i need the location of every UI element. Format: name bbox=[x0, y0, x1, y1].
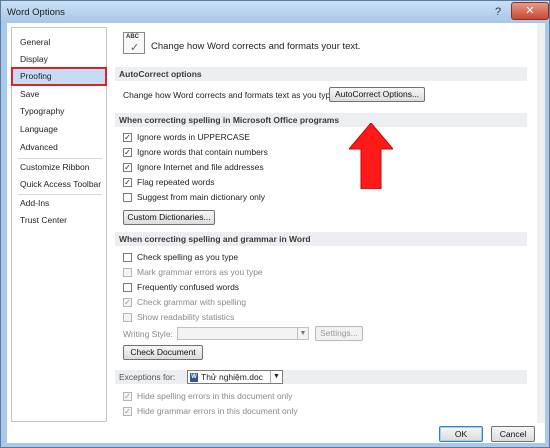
writing-style-select[interactable]: ▼ bbox=[177, 327, 309, 340]
window-title: Word Options bbox=[7, 7, 65, 18]
autocorrect-options-button[interactable]: AutoCorrect Options... bbox=[329, 87, 425, 102]
ignore-uppercase-checkbox[interactable]: ✓ bbox=[123, 133, 132, 142]
grammar-with-spelling-label: Check grammar with spelling bbox=[137, 297, 247, 307]
hide-grammar-errors-label: Hide grammar errors in this document onl… bbox=[137, 406, 298, 416]
ignore-internet-checkbox[interactable]: ✓ bbox=[123, 163, 132, 172]
nav-item-display[interactable]: Display bbox=[12, 51, 106, 68]
options-nav: General Display Proofing Save Typography… bbox=[11, 27, 107, 422]
custom-dictionaries-button[interactable]: Custom Dictionaries... bbox=[123, 210, 215, 225]
nav-item-add-ins[interactable]: Add-Ins bbox=[12, 195, 106, 212]
proofing-panel: ABC ✓ Change how Word corrects and forma… bbox=[115, 27, 535, 422]
cancel-button[interactable]: Cancel bbox=[491, 426, 535, 442]
section-office-spelling-header: When correcting spelling in Microsoft Of… bbox=[115, 113, 527, 127]
flag-repeated-label: Flag repeated words bbox=[137, 177, 215, 187]
section-autocorrect-header: AutoCorrect options bbox=[115, 67, 527, 81]
red-pointer-arrow-icon bbox=[349, 123, 393, 189]
red-arrow-shape bbox=[349, 123, 393, 189]
readability-checkbox[interactable] bbox=[123, 313, 132, 322]
nav-item-advanced[interactable]: Advanced bbox=[12, 139, 106, 156]
exceptions-document-select[interactable]: W Thử nghiệm.doc ▼ bbox=[187, 370, 283, 384]
ignore-numbers-label: Ignore words that contain numbers bbox=[137, 147, 268, 157]
check-spelling-label: Check spelling as you type bbox=[137, 252, 239, 262]
nav-item-language[interactable]: Language bbox=[12, 121, 106, 138]
writing-style-label: Writing Style: bbox=[123, 329, 173, 339]
ignore-internet-label: Ignore Internet and file addresses bbox=[137, 162, 264, 172]
check-spelling-checkbox[interactable] bbox=[123, 253, 132, 262]
confused-words-label: Frequently confused words bbox=[137, 282, 240, 292]
mark-grammar-label: Mark grammar errors as you type bbox=[137, 267, 263, 277]
chevron-down-icon: ▼ bbox=[270, 371, 282, 383]
hide-grammar-errors-checkbox[interactable]: ✓ bbox=[123, 407, 132, 416]
section-word-spelling-header: When correcting spelling and grammar in … bbox=[115, 232, 527, 246]
dialog-body: General Display Proofing Save Typography… bbox=[7, 23, 545, 443]
ok-button[interactable]: OK bbox=[439, 426, 483, 442]
check-document-button[interactable]: Check Document bbox=[123, 345, 203, 360]
writing-style-settings-button[interactable]: Settings... bbox=[315, 326, 363, 341]
abc-icon-text: ABC bbox=[126, 34, 139, 40]
section-exceptions-header: Exceptions for: bbox=[115, 370, 527, 384]
proofing-abc-icon: ABC ✓ bbox=[123, 32, 145, 54]
hide-spelling-errors-label: Hide spelling errors in this document on… bbox=[137, 391, 293, 401]
nav-item-trust-center[interactable]: Trust Center bbox=[12, 212, 106, 229]
chevron-down-icon: ▼ bbox=[297, 328, 308, 339]
exceptions-label: Exceptions for: bbox=[119, 372, 176, 382]
word-options-window: Word Options ? ✕ General Display Proofin… bbox=[0, 0, 550, 448]
ignore-uppercase-label: Ignore words in UPPERCASE bbox=[137, 132, 250, 142]
nav-item-customize-ribbon[interactable]: Customize Ribbon bbox=[12, 159, 106, 176]
mark-grammar-checkbox[interactable] bbox=[123, 268, 132, 277]
hide-spelling-errors-checkbox[interactable]: ✓ bbox=[123, 392, 132, 401]
main-dictionary-checkbox[interactable] bbox=[123, 193, 132, 202]
title-bar: Word Options ? ✕ bbox=[1, 1, 549, 23]
readability-label: Show readability statistics bbox=[137, 312, 235, 322]
confused-words-checkbox[interactable] bbox=[123, 283, 132, 292]
exceptions-document-name: Thử nghiệm.doc bbox=[201, 372, 263, 382]
nav-item-save[interactable]: Save bbox=[12, 86, 106, 103]
flag-repeated-checkbox[interactable]: ✓ bbox=[123, 178, 132, 187]
nav-item-proofing[interactable]: Proofing bbox=[11, 67, 107, 86]
nav-item-general[interactable]: General bbox=[12, 34, 106, 51]
page-title: Change how Word corrects and formats you… bbox=[151, 41, 361, 52]
main-dictionary-label: Suggest from main dictionary only bbox=[137, 192, 266, 202]
panel-scrollbar[interactable] bbox=[537, 23, 545, 423]
autocorrect-description: Change how Word corrects and formats tex… bbox=[123, 90, 338, 100]
help-icon[interactable]: ? bbox=[489, 4, 507, 20]
ignore-numbers-checkbox[interactable]: ✓ bbox=[123, 148, 132, 157]
grammar-with-spelling-checkbox[interactable]: ✓ bbox=[123, 298, 132, 307]
close-window-button[interactable]: ✕ bbox=[511, 2, 549, 20]
nav-item-typography[interactable]: Typography bbox=[12, 103, 106, 120]
checkmark-icon: ✓ bbox=[130, 42, 140, 54]
nav-item-quick-access-toolbar[interactable]: Quick Access Toolbar bbox=[12, 176, 106, 193]
word-document-icon: W bbox=[190, 373, 198, 382]
